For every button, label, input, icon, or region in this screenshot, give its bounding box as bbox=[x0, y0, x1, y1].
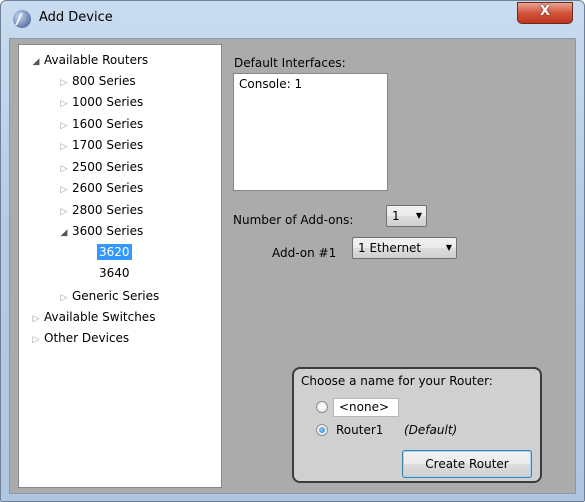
close-icon: X bbox=[539, 4, 551, 19]
collapsed-arrow-icon[interactable]: ▷ bbox=[29, 331, 43, 349]
addon1-dropdown[interactable]: 1 Ethernet ▼ bbox=[352, 237, 457, 259]
title-bar[interactable]: Add Device X bbox=[1, 1, 584, 37]
tree-item-available-switches[interactable]: ▷ Available Switches bbox=[29, 308, 156, 326]
tree-item-1000-series[interactable]: ▷ 1000 Series bbox=[57, 93, 144, 111]
tree-item-1700-series[interactable]: ▷ 1700 Series bbox=[57, 136, 144, 154]
expanded-arrow-icon[interactable]: ◢ bbox=[57, 224, 71, 242]
collapsed-arrow-icon[interactable]: ▷ bbox=[57, 181, 71, 199]
collapsed-arrow-icon[interactable]: ▷ bbox=[57, 95, 71, 113]
collapsed-arrow-icon[interactable]: ▷ bbox=[29, 310, 43, 328]
tree-item-2500-series[interactable]: ▷ 2500 Series bbox=[57, 158, 144, 176]
collapsed-arrow-icon[interactable]: ▷ bbox=[57, 289, 71, 307]
chevron-down-icon: ▼ bbox=[445, 243, 452, 252]
close-button[interactable]: X bbox=[517, 2, 573, 24]
tree-item-3640[interactable]: 3640 bbox=[98, 264, 131, 282]
none-name-field: <none> bbox=[333, 398, 399, 417]
chevron-down-icon: ▼ bbox=[415, 211, 422, 220]
default-interfaces-label: Default Interfaces: bbox=[234, 56, 346, 70]
addons-count-label: Number of Add-ons: bbox=[233, 213, 354, 227]
router1-option-label: Router1 bbox=[336, 423, 384, 437]
tree-item-800-series[interactable]: ▷ 800 Series bbox=[57, 72, 137, 90]
tree-item-2600-series[interactable]: ▷ 2600 Series bbox=[57, 179, 144, 197]
window-title: Add Device bbox=[39, 10, 113, 25]
radio-router1[interactable] bbox=[316, 424, 328, 436]
collapsed-arrow-icon[interactable]: ▷ bbox=[57, 74, 71, 92]
default-interfaces-value: Console: 1 bbox=[239, 77, 303, 91]
create-router-button[interactable]: Create Router bbox=[402, 450, 532, 478]
radio-none[interactable] bbox=[316, 401, 328, 413]
addon1-label: Add-on #1 bbox=[272, 246, 337, 260]
app-icon bbox=[13, 10, 31, 28]
tree-item-2800-series[interactable]: ▷ 2800 Series bbox=[57, 201, 144, 219]
tree-item-available-routers[interactable]: ◢ Available Routers bbox=[29, 51, 149, 69]
router1-default-note: (Default) bbox=[404, 423, 458, 437]
router-name-group-label: Choose a name for your Router: bbox=[301, 374, 493, 388]
addons-count-value: 1 bbox=[392, 209, 400, 223]
tree-item-3600-series[interactable]: ◢ 3600 Series bbox=[57, 222, 144, 240]
collapsed-arrow-icon[interactable]: ▷ bbox=[57, 203, 71, 221]
tree-item-other-devices[interactable]: ▷ Other Devices bbox=[29, 329, 130, 347]
collapsed-arrow-icon[interactable]: ▷ bbox=[57, 117, 71, 135]
addons-count-dropdown[interactable]: 1 ▼ bbox=[386, 205, 427, 227]
tree-item-1600-series[interactable]: ▷ 1600 Series bbox=[57, 115, 144, 133]
tree-item-generic-series[interactable]: ▷ Generic Series bbox=[57, 287, 160, 305]
device-tree[interactable]: ◢ Available Routers ▷ 800 Series ▷ 1000 Ser… bbox=[18, 44, 222, 488]
tree-item-3620[interactable]: 3620 bbox=[97, 243, 132, 261]
collapsed-arrow-icon[interactable]: ▷ bbox=[57, 138, 71, 156]
default-interfaces-list: Console: 1 bbox=[233, 73, 388, 191]
collapsed-arrow-icon[interactable]: ▷ bbox=[57, 160, 71, 178]
expanded-arrow-icon[interactable]: ◢ bbox=[29, 53, 43, 71]
tree-item-label-selected: 3620 bbox=[97, 244, 132, 260]
addon1-value: 1 Ethernet bbox=[358, 241, 422, 255]
